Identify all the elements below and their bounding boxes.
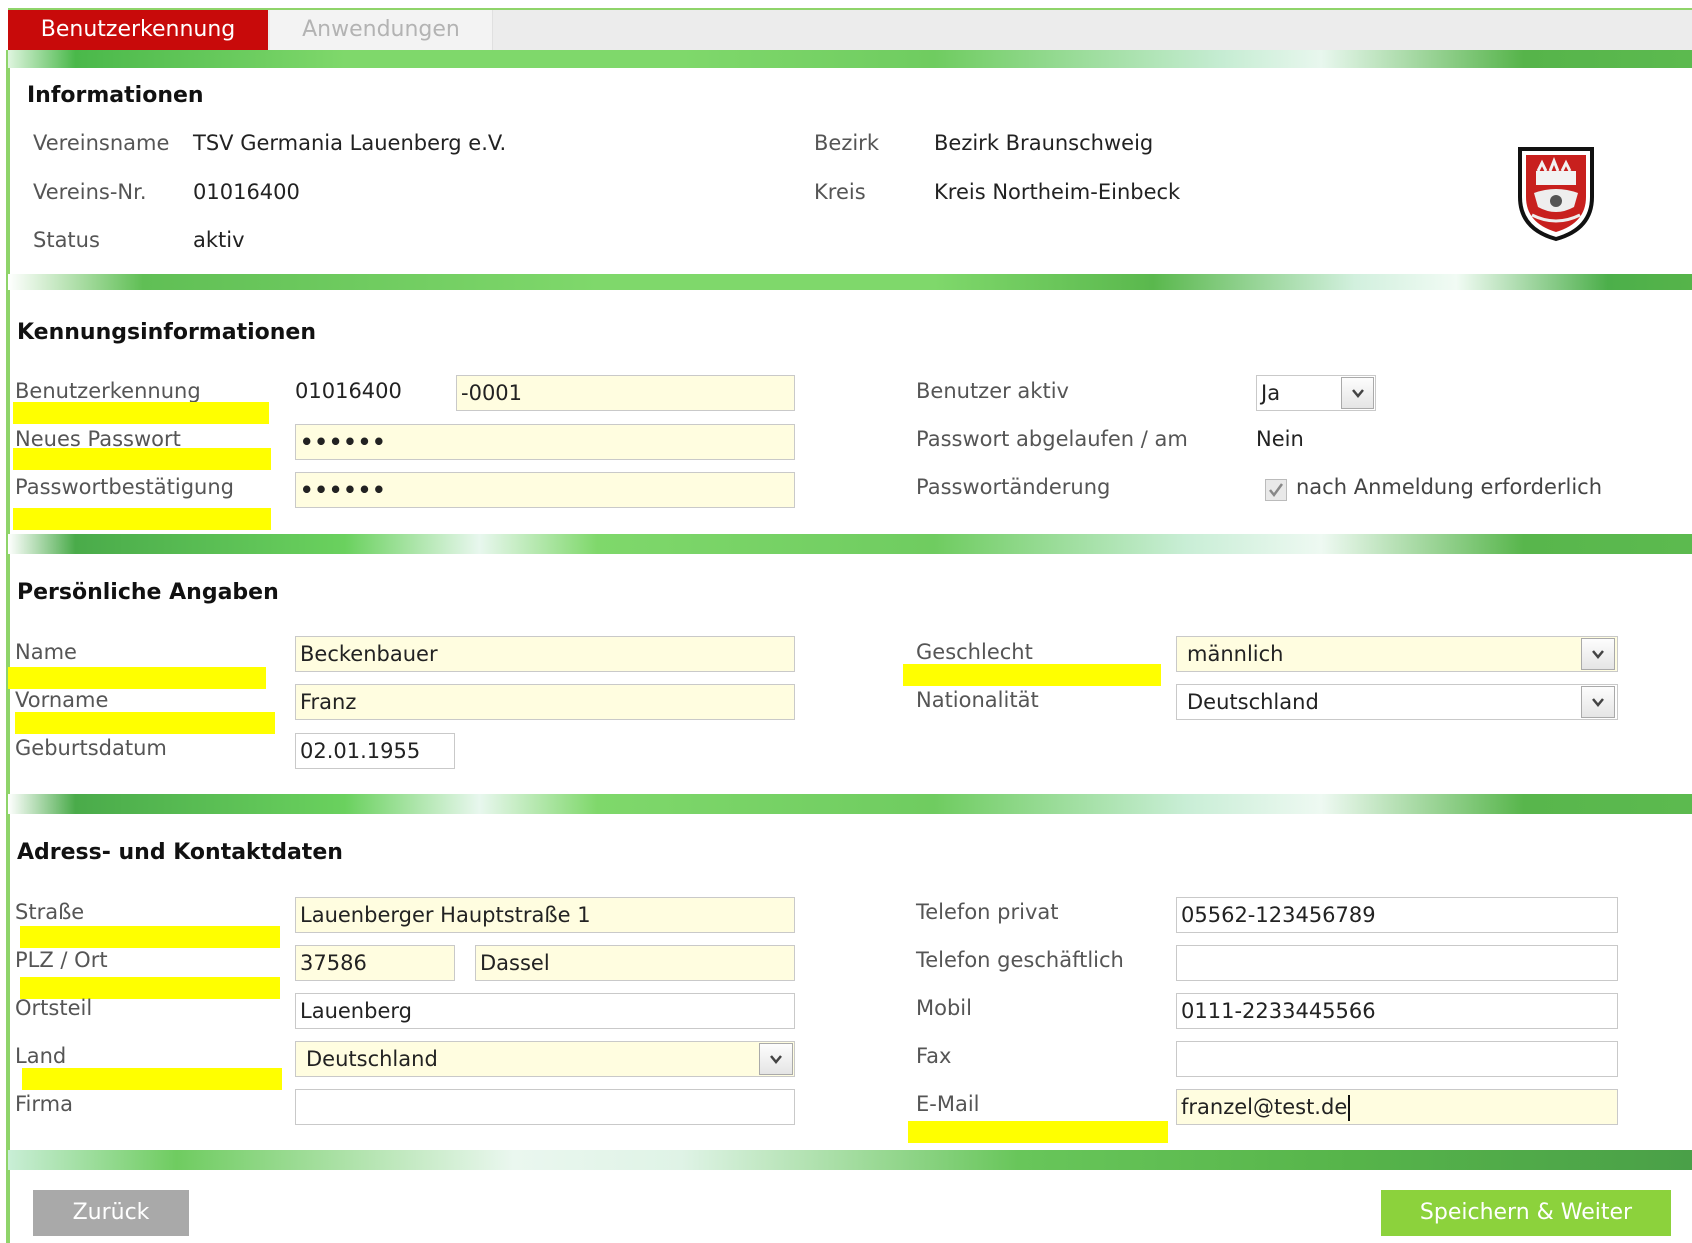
vorname-input[interactable]: Franz — [295, 684, 795, 720]
passwortaenderung-checkbox-label: nach Anmeldung erforderlich — [1296, 475, 1603, 499]
status-value: aktiv — [193, 228, 245, 252]
passwortbestaetigung-label: Passwortbestätigung — [15, 475, 235, 499]
benutzerkennung-prefix: 01016400 — [295, 379, 402, 403]
passwort-abgelaufen-label: Passwort abgelaufen / am — [916, 427, 1188, 451]
land-label: Land — [15, 1044, 67, 1068]
firma-label: Firma — [15, 1092, 73, 1116]
benutzerkennung-label: Benutzerkennung — [15, 379, 201, 403]
nationalitaet-label: Nationalität — [916, 688, 1039, 712]
club-crest-icon — [1518, 147, 1594, 242]
name-label: Name — [15, 640, 77, 664]
land-dropdown-button[interactable] — [759, 1043, 793, 1075]
tab-benutzerkennung[interactable]: Benutzerkennung — [8, 10, 268, 50]
email-label: E-Mail — [916, 1092, 980, 1116]
required-highlight — [22, 1068, 282, 1090]
section-divider — [8, 534, 1692, 554]
nationalitaet-dropdown-button[interactable] — [1581, 686, 1615, 718]
text-cursor — [1348, 1095, 1351, 1121]
strasse-label: Straße — [15, 900, 85, 924]
status-label: Status — [33, 228, 100, 252]
required-highlight — [903, 664, 1161, 686]
persoenlich-title: Persönliche Angaben — [17, 580, 279, 605]
telefon-geschaeftlich-label: Telefon geschäftlich — [916, 948, 1124, 972]
ortsteil-input[interactable]: Lauenberg — [295, 993, 795, 1029]
chevron-down-icon — [770, 1055, 782, 1064]
passwortaenderung-checkbox[interactable] — [1265, 479, 1287, 501]
vereinsname-label: Vereinsname — [33, 131, 170, 155]
required-highlight — [20, 926, 280, 948]
vorname-label: Vorname — [15, 688, 109, 712]
vereinsnr-value: 01016400 — [193, 180, 300, 204]
vereinsname-value: TSV Germania Lauenberg e.V. — [193, 131, 507, 155]
required-highlight — [8, 667, 266, 689]
info-title: Informationen — [27, 83, 204, 108]
email-input[interactable]: franzel@test.de — [1176, 1089, 1618, 1125]
section-divider — [8, 794, 1692, 814]
checkmark-icon — [1269, 483, 1284, 498]
fax-label: Fax — [916, 1044, 952, 1068]
passwort-abgelaufen-value: Nein — [1256, 427, 1304, 451]
passwortaenderung-label: Passwortänderung — [916, 475, 1111, 499]
neues-passwort-input[interactable]: •••••• — [295, 424, 795, 460]
required-highlight — [15, 712, 275, 734]
left-border — [6, 50, 10, 1243]
kreis-label: Kreis — [814, 180, 866, 204]
adresse-title: Adress- und Kontaktdaten — [17, 840, 343, 865]
geburtsdatum-input[interactable]: 02.01.1955 — [295, 733, 455, 769]
passwortbestaetigung-input[interactable]: •••••• — [295, 472, 795, 508]
land-select[interactable]: Deutschland — [295, 1041, 795, 1077]
fax-input[interactable] — [1176, 1041, 1618, 1077]
firma-input[interactable] — [295, 1089, 795, 1125]
benutzer-aktiv-label: Benutzer aktiv — [916, 379, 1069, 403]
section-divider — [8, 274, 1692, 290]
mobil-input[interactable]: 0111-2233445566 — [1176, 993, 1618, 1029]
plzort-label: PLZ / Ort — [15, 948, 108, 972]
bezirk-label: Bezirk — [814, 131, 879, 155]
ort-input[interactable]: Dassel — [475, 945, 795, 981]
kreis-value: Kreis Northeim-Einbeck — [934, 180, 1181, 204]
benutzer-aktiv-dropdown-button[interactable] — [1341, 377, 1374, 409]
geschlecht-dropdown-button[interactable] — [1581, 638, 1615, 670]
section-divider — [8, 1150, 1692, 1170]
geschlecht-value: männlich — [1187, 642, 1284, 666]
chevron-down-icon — [1351, 389, 1364, 398]
chevron-down-icon — [1592, 650, 1604, 659]
benutzer-aktiv-value: Ja — [1261, 381, 1281, 405]
nationalitaet-select[interactable]: Deutschland — [1176, 684, 1618, 720]
tab-anwendungen[interactable]: Anwendungen — [270, 10, 493, 50]
ortsteil-label: Ortsteil — [15, 996, 93, 1020]
kennung-title: Kennungsinformationen — [17, 320, 316, 345]
required-highlight — [13, 402, 269, 424]
bezirk-value: Bezirk Braunschweig — [934, 131, 1154, 155]
telefon-privat-input[interactable]: 05562-123456789 — [1176, 897, 1618, 933]
strasse-input[interactable]: Lauenberger Hauptstraße 1 — [295, 897, 795, 933]
required-highlight — [908, 1121, 1168, 1143]
name-input[interactable]: Beckenbauer — [295, 636, 795, 672]
geburtsdatum-label: Geburtsdatum — [15, 736, 167, 760]
geschlecht-select[interactable]: männlich — [1176, 636, 1618, 672]
nationalitaet-value: Deutschland — [1187, 690, 1319, 714]
email-value: franzel@test.de — [1181, 1095, 1348, 1119]
chevron-down-icon — [1592, 698, 1604, 707]
section-divider — [8, 50, 1692, 68]
land-value: Deutschland — [306, 1047, 438, 1071]
plz-input[interactable]: 37586 — [295, 945, 455, 981]
required-highlight — [13, 508, 271, 530]
geschlecht-label: Geschlecht — [916, 640, 1033, 664]
back-button[interactable]: Zurück — [33, 1190, 189, 1236]
vereinsnr-label: Vereins-Nr. — [33, 180, 147, 204]
mobil-label: Mobil — [916, 996, 972, 1020]
save-continue-button[interactable]: Speichern & Weiter — [1381, 1190, 1671, 1236]
required-highlight — [13, 448, 271, 470]
benutzerkennung-suffix-input[interactable]: -0001 — [456, 375, 795, 411]
telefon-geschaeftlich-input[interactable] — [1176, 945, 1618, 981]
telefon-privat-label: Telefon privat — [916, 900, 1059, 924]
